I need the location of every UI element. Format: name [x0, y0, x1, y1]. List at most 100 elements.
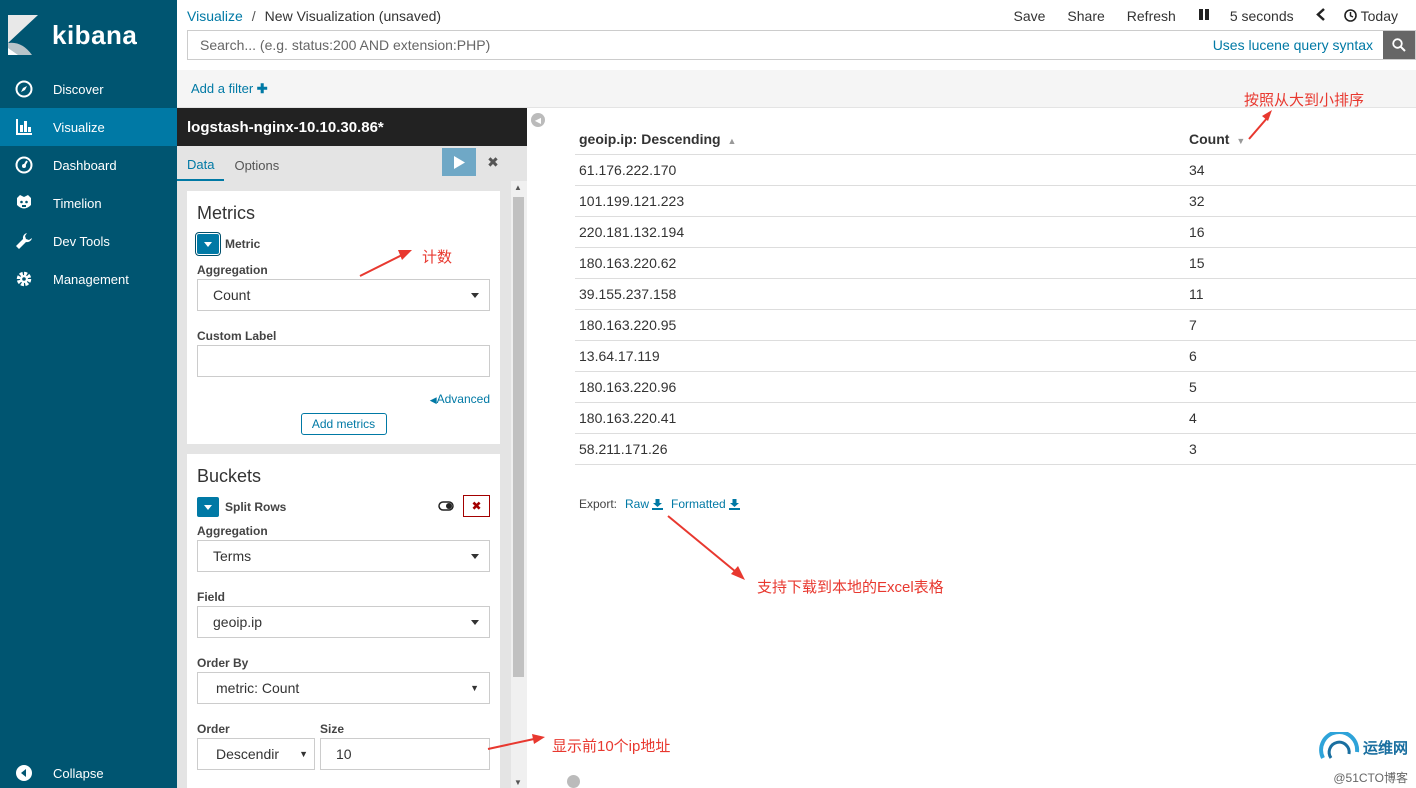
- metric-aggregation-select[interactable]: Count: [197, 279, 490, 311]
- editor-scrollbar[interactable]: ▲ ▼: [511, 181, 527, 788]
- scroll-thumb[interactable]: [513, 197, 524, 677]
- size-label: Size: [320, 722, 345, 736]
- breadcrumb-visualize[interactable]: Visualize: [187, 8, 243, 24]
- export-label: Export:: [579, 497, 618, 511]
- cell-ip[interactable]: 61.176.222.170: [575, 162, 1185, 178]
- caret-down-icon: [204, 241, 212, 247]
- order-select[interactable]: Descendir ▼: [197, 738, 315, 770]
- annotation-sort: 按照从大到小排序: [1244, 92, 1365, 109]
- kibana-logo[interactable]: kibana: [0, 0, 177, 70]
- breadcrumb-separator: /: [251, 7, 256, 24]
- download-icon: [652, 498, 664, 510]
- cell-count: 4: [1189, 410, 1197, 426]
- time-picker[interactable]: Today: [1343, 8, 1398, 24]
- cell-ip[interactable]: 58.211.171.26: [575, 441, 1185, 457]
- cell-ip[interactable]: 180.163.220.62: [575, 255, 1185, 271]
- pause-button[interactable]: [1198, 8, 1210, 24]
- order-by-value: metric: Count: [216, 680, 300, 696]
- cell-ip[interactable]: 180.163.220.41: [575, 410, 1185, 426]
- sidebar-item-discover[interactable]: Discover: [0, 70, 177, 108]
- search-button[interactable]: [1383, 31, 1415, 59]
- add-filter-link[interactable]: Add a filter ✚: [191, 81, 268, 97]
- cell-ip[interactable]: 180.163.220.96: [575, 379, 1185, 395]
- table-body: 61.176.222.170 34 101.199.121.223 32 220.181…: [575, 155, 1416, 465]
- filter-bar: Add a filter ✚: [177, 70, 1416, 108]
- apply-button[interactable]: [442, 148, 476, 176]
- clock-icon: [1343, 9, 1357, 22]
- dropdown-arrow-icon: ▼: [470, 683, 479, 693]
- bucket-agg-title: Split Rows: [225, 500, 287, 514]
- table-row: 13.64.17.119 6: [575, 341, 1416, 372]
- save-button[interactable]: Save: [1014, 8, 1046, 24]
- editor-body: Metrics Metric Aggregation Count Custom …: [177, 181, 527, 788]
- table-row: 180.163.220.96 5: [575, 372, 1416, 403]
- refresh-button[interactable]: Refresh: [1127, 8, 1176, 24]
- export-raw-link[interactable]: Raw: [625, 497, 664, 511]
- add-metrics-button[interactable]: Add metrics: [300, 413, 387, 435]
- bucket-aggregation-label: Aggregation: [197, 524, 268, 538]
- share-button[interactable]: Share: [1067, 8, 1104, 24]
- advanced-link[interactable]: ◀Advanced: [197, 392, 490, 406]
- sidebar-item-label: Discover: [53, 81, 104, 97]
- cell-count: 6: [1189, 348, 1197, 364]
- sidebar-item-timelion[interactable]: Timelion: [0, 184, 177, 222]
- metrics-panel: Metrics Metric Aggregation Count Custom …: [187, 191, 500, 444]
- column-header-count[interactable]: Count ▼: [1185, 131, 1245, 147]
- field-select[interactable]: geoip.ip: [197, 606, 490, 638]
- advanced-label: Advanced: [436, 392, 490, 406]
- collapse-button[interactable]: Collapse: [0, 758, 177, 788]
- sidebar-item-visualize[interactable]: Visualize: [0, 108, 177, 146]
- tab-options[interactable]: Options: [224, 149, 289, 181]
- discard-button[interactable]: ✖: [481, 148, 505, 176]
- wrench-icon: [14, 231, 34, 251]
- cell-count: 15: [1189, 255, 1205, 271]
- enable-toggle[interactable]: [433, 495, 459, 517]
- brand-name: kibana: [52, 19, 138, 50]
- column-header-ip[interactable]: geoip.ip: Descending ▲: [575, 131, 1185, 147]
- scroll-down-icon: ▼: [514, 778, 522, 787]
- size-input[interactable]: 10: [320, 738, 490, 770]
- remove-bucket-button[interactable]: ✖: [463, 495, 490, 517]
- metric-toggle-button[interactable]: [195, 232, 221, 256]
- cell-ip[interactable]: 101.199.121.223: [575, 193, 1185, 209]
- bucket-aggregation-select[interactable]: Terms: [197, 540, 490, 572]
- watermark-sub: @51CTO博客: [1333, 771, 1408, 785]
- query-bar: Uses lucene query syntax: [187, 30, 1416, 60]
- sidebar-item-management[interactable]: Management: [0, 260, 177, 298]
- dropdown-arrow-icon: ▼: [299, 749, 308, 759]
- sidebar-item-dev-tools[interactable]: Dev Tools: [0, 222, 177, 260]
- top-actions: Save Share Refresh 5 seconds Today: [1014, 0, 1416, 31]
- gear-icon: [14, 269, 34, 289]
- cell-count: 16: [1189, 224, 1205, 240]
- cell-ip[interactable]: 13.64.17.119: [575, 348, 1185, 364]
- refresh-interval[interactable]: 5 seconds: [1230, 8, 1294, 24]
- sidebar-item-dashboard[interactable]: Dashboard: [0, 146, 177, 184]
- cell-count: 7: [1189, 317, 1197, 333]
- sort-icon: ▲: [727, 136, 737, 146]
- cell-ip[interactable]: 180.163.220.95: [575, 317, 1185, 333]
- scroll-top-button[interactable]: [567, 775, 580, 788]
- timelion-icon: [14, 193, 34, 213]
- dashboard-icon: [14, 155, 34, 175]
- lucene-syntax-link[interactable]: Uses lucene query syntax: [1213, 37, 1373, 53]
- table-row: 180.163.220.95 7: [575, 310, 1416, 341]
- bucket-aggregation-value: Terms: [213, 548, 252, 564]
- time-back-button[interactable]: [1315, 7, 1326, 24]
- tab-data[interactable]: Data: [177, 149, 225, 181]
- order-by-select[interactable]: metric: Count ▼: [197, 672, 490, 704]
- custom-label-input[interactable]: [197, 345, 490, 377]
- editor-tabs: Data Options ✖: [177, 146, 527, 181]
- bar-chart-icon: [14, 117, 34, 137]
- cell-ip[interactable]: 39.155.237.158: [575, 286, 1185, 302]
- search-icon: [1392, 38, 1406, 52]
- annotation-top10: 显示前10个ip地址: [552, 738, 671, 755]
- cell-ip[interactable]: 220.181.132.194: [575, 224, 1185, 240]
- bucket-toggle-button[interactable]: [197, 497, 219, 517]
- export-formatted-link[interactable]: Formatted: [671, 497, 740, 511]
- collapse-sidebar-button[interactable]: ◀: [531, 113, 545, 127]
- search-input[interactable]: [188, 31, 1213, 59]
- table-row: 180.163.220.62 15: [575, 248, 1416, 279]
- metrics-title: Metrics: [197, 203, 255, 223]
- table-row: 58.211.171.26 3: [575, 434, 1416, 465]
- cell-count: 3: [1189, 441, 1197, 457]
